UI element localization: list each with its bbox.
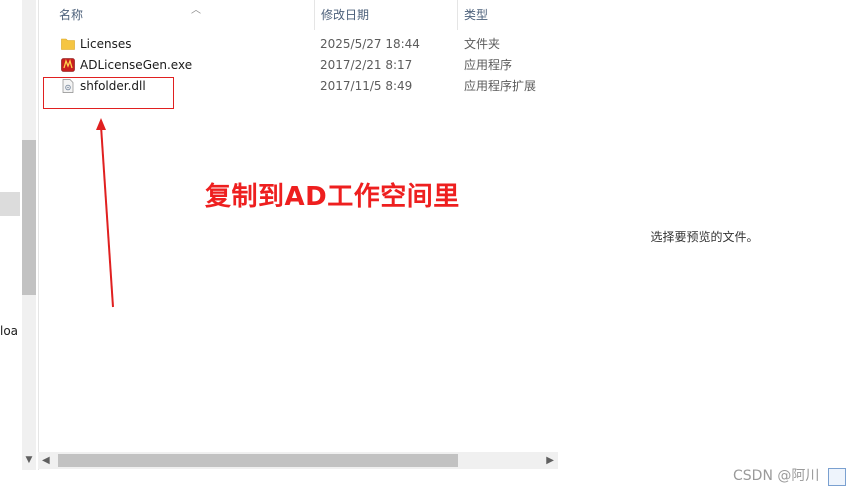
watermark: CSDN @阿川 xyxy=(733,468,820,484)
view-toggle-icon[interactable] xyxy=(828,468,846,486)
annotation-arrow-icon xyxy=(96,118,114,308)
annotation-text: 复制到AD工作空间里 xyxy=(205,182,460,212)
